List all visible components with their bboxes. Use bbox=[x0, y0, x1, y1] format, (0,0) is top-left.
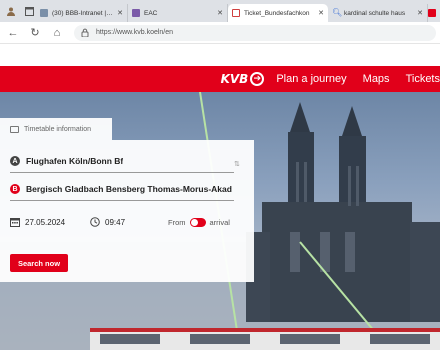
timetable-tab-label: Timetable information bbox=[24, 125, 92, 133]
toggle-knob bbox=[190, 219, 198, 226]
origin-badge: A bbox=[10, 156, 20, 166]
tab-favicon-icon bbox=[232, 9, 240, 17]
back-icon[interactable]: ← bbox=[4, 27, 22, 39]
time-field[interactable]: 09:47 bbox=[90, 217, 125, 227]
page-top-spacer bbox=[0, 44, 440, 66]
tab-actions-icon[interactable] bbox=[22, 4, 36, 18]
browser-tab[interactable]: (30) BBB-Intranet | Di ✕ bbox=[36, 4, 128, 22]
tab-favicon-icon bbox=[428, 9, 436, 17]
tab-label: Ticket_Bundesfachkon bbox=[244, 9, 310, 17]
clock-icon bbox=[90, 217, 100, 227]
browser-tab[interactable]: EAC ✕ bbox=[128, 4, 228, 22]
toggle-arrival-label: arrival bbox=[209, 218, 230, 227]
nav-tickets[interactable]: Tickets bbox=[406, 73, 440, 85]
lock-icon bbox=[80, 28, 90, 38]
profile-icon[interactable] bbox=[4, 4, 18, 18]
tab-favicon-icon bbox=[132, 9, 140, 17]
tab-label: (30) BBB-Intranet | Di bbox=[52, 9, 114, 17]
search-now-button[interactable]: Search now bbox=[10, 254, 68, 272]
nav-plan-journey[interactable]: Plan a journey bbox=[276, 73, 346, 85]
kvb-logo-text: KVB bbox=[220, 72, 249, 86]
tab-label: EAC bbox=[144, 9, 158, 17]
site-header: KVB ➔ Plan a journey Maps Tickets bbox=[0, 66, 440, 92]
toggle-switch[interactable] bbox=[189, 218, 206, 227]
timetable-icon bbox=[10, 125, 19, 133]
tab-favicon-icon bbox=[40, 9, 48, 17]
toggle-from-label: From bbox=[168, 218, 186, 227]
search-icon: 🔍︎ bbox=[332, 8, 343, 17]
time-value: 09:47 bbox=[105, 217, 126, 227]
kvb-logo[interactable]: KVB ➔ bbox=[221, 72, 265, 86]
to-stop-underline bbox=[10, 200, 234, 201]
address-bar[interactable]: https://www.kvb.koeln/en bbox=[74, 24, 436, 41]
browser-tab-active[interactable]: Ticket_Bundesfachkon ✕ bbox=[228, 4, 328, 22]
swap-stops-icon[interactable]: ⇅ bbox=[234, 160, 240, 168]
address-url: https://www.kvb.koeln/en bbox=[96, 29, 174, 36]
calendar-icon bbox=[10, 217, 20, 227]
departure-arrival-toggle[interactable]: From arrival bbox=[168, 218, 230, 227]
close-tab-icon[interactable]: ✕ bbox=[417, 9, 423, 17]
to-stop-value: Bergisch Gladbach Bensberg Thomas-Morus-… bbox=[26, 184, 232, 194]
home-icon[interactable]: ⌂ bbox=[48, 27, 66, 39]
tab-label: kardinal schulte haus bbox=[344, 9, 406, 17]
date-value: 27.05.2024 bbox=[25, 217, 66, 227]
from-stop-underline bbox=[10, 172, 234, 173]
arrow-right-icon: ➔ bbox=[250, 72, 265, 86]
browser-tab[interactable] bbox=[428, 4, 440, 22]
nav-maps[interactable]: Maps bbox=[363, 73, 390, 85]
date-field[interactable]: 27.05.2024 bbox=[10, 217, 65, 227]
from-stop-value: Flughafen Köln/Bonn Bf bbox=[26, 156, 124, 166]
to-stop-field[interactable]: B Bergisch Gladbach Bensberg Thomas-Moru… bbox=[10, 184, 234, 194]
from-stop-field[interactable]: A Flughafen Köln/Bonn Bf bbox=[10, 156, 123, 166]
tab-timetable-information[interactable]: Timetable information bbox=[0, 118, 112, 140]
close-tab-icon[interactable]: ✕ bbox=[117, 9, 123, 17]
browser-toolbar: ← ↻ ⌂ https://www.kvb.koeln/en bbox=[0, 22, 440, 44]
close-tab-icon[interactable]: ✕ bbox=[217, 9, 223, 17]
reload-icon[interactable]: ↻ bbox=[26, 26, 44, 39]
browser-tab-strip: (30) BBB-Intranet | Di ✕ EAC ✕ Ticket_Bu… bbox=[0, 0, 440, 22]
destination-badge: B bbox=[10, 184, 20, 194]
close-tab-icon[interactable]: ✕ bbox=[318, 9, 324, 17]
browser-tab[interactable]: 🔍︎ kardinal schulte haus ✕ bbox=[328, 4, 428, 22]
